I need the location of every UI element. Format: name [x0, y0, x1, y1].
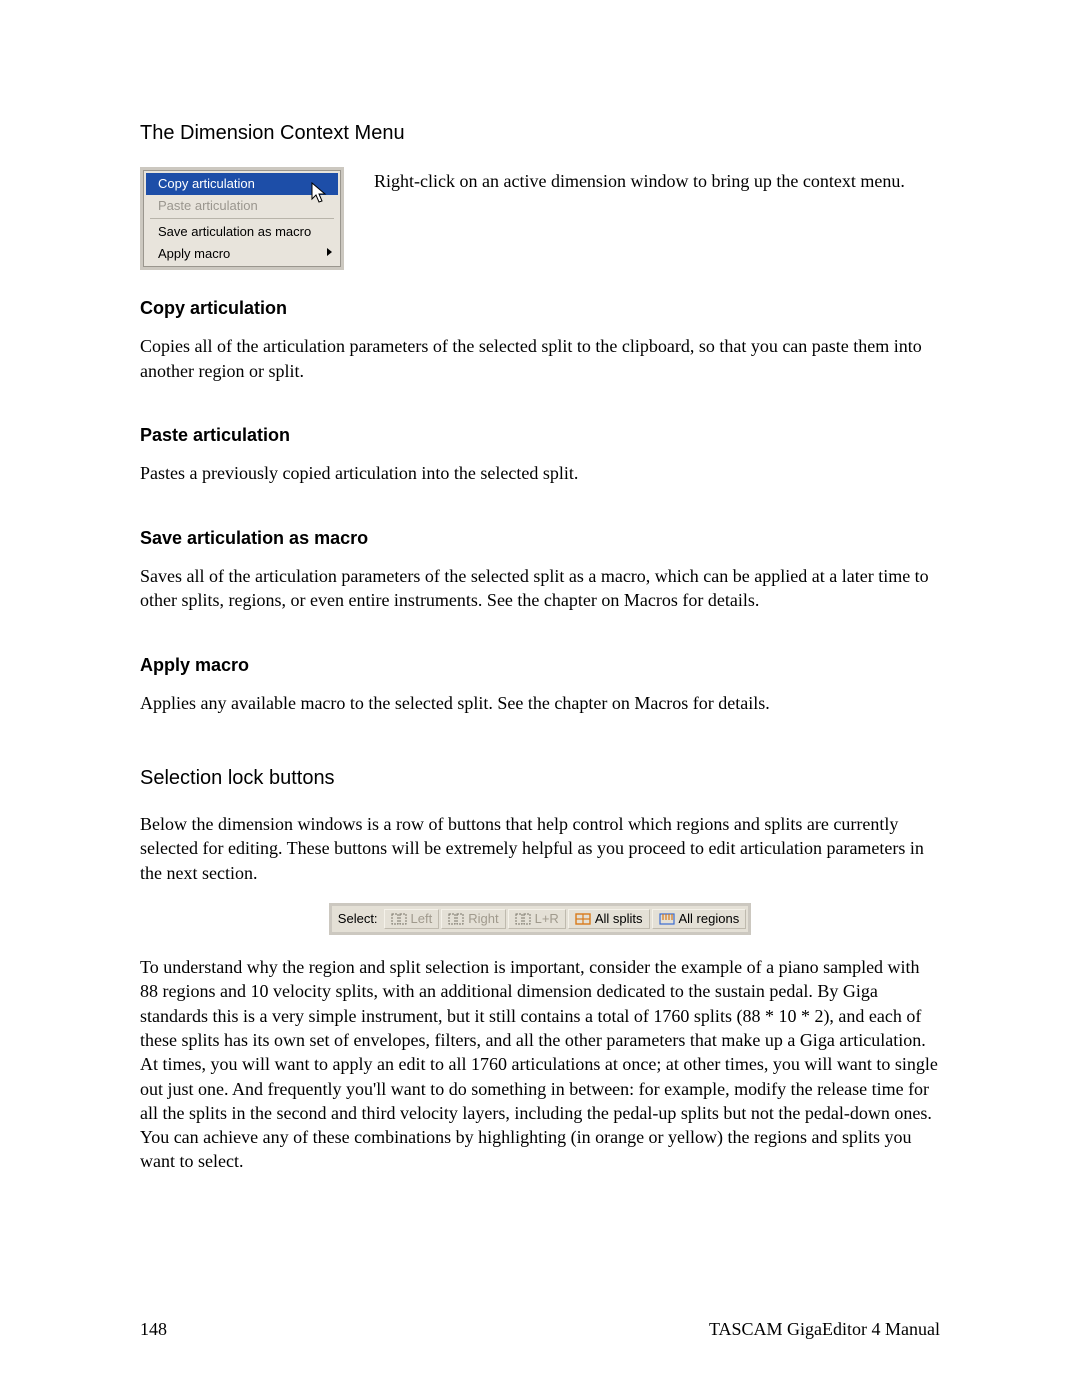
all-splits-button-label: All splits	[595, 910, 643, 928]
context-menu-intro-text: Right-click on an active dimension windo…	[374, 169, 905, 193]
save-macro-description: Saves all of the articulation parameters…	[140, 564, 940, 613]
page-number: 148	[140, 1317, 167, 1341]
select-label: Select:	[332, 910, 384, 928]
context-menu-separator	[150, 218, 334, 219]
lr-button[interactable]: L+R	[508, 909, 566, 929]
all-splits-button[interactable]: All splits	[568, 909, 650, 929]
stereo-right-icon	[448, 913, 464, 925]
copy-articulation-description: Copies all of the articulation parameter…	[140, 334, 940, 383]
paste-articulation-description: Pastes a previously copied articulation …	[140, 461, 940, 485]
stereo-lr-icon	[515, 913, 531, 925]
heading-selection-lock: Selection lock buttons	[140, 765, 940, 792]
all-regions-button[interactable]: All regions	[652, 909, 747, 929]
selection-lock-bar: Select: Left Right L+R	[329, 903, 751, 935]
context-menu[interactable]: Copy articulation Paste articulation Sav…	[140, 167, 344, 270]
document-page: The Dimension Context Menu Copy articula…	[0, 0, 1080, 1397]
grid-icon	[575, 913, 591, 925]
all-regions-button-label: All regions	[679, 910, 740, 928]
context-menu-item-apply-macro[interactable]: Apply macro	[146, 243, 338, 265]
right-button-label: Right	[468, 910, 498, 928]
left-button[interactable]: Left	[384, 909, 440, 929]
heading-save-macro: Save articulation as macro	[140, 526, 940, 550]
context-menu-item-save-macro[interactable]: Save articulation as macro	[146, 221, 338, 243]
selection-lock-details: To understand why the region and split s…	[140, 955, 940, 1174]
selection-lock-intro: Below the dimension windows is a row of …	[140, 812, 940, 885]
manual-title: TASCAM GigaEditor 4 Manual	[709, 1317, 940, 1341]
page-footer: 148 TASCAM GigaEditor 4 Manual	[140, 1317, 940, 1341]
selection-lock-bar-wrap: Select: Left Right L+R	[140, 903, 940, 935]
cursor-icon	[310, 182, 328, 206]
heading-dimension-context-menu: The Dimension Context Menu	[140, 120, 940, 147]
left-button-label: Left	[411, 910, 433, 928]
heading-copy-articulation: Copy articulation	[140, 296, 940, 320]
stereo-left-icon	[391, 913, 407, 925]
right-button[interactable]: Right	[441, 909, 505, 929]
context-menu-row: Copy articulation Paste articulation Sav…	[140, 167, 940, 270]
keyboard-icon	[659, 913, 675, 925]
heading-apply-macro: Apply macro	[140, 653, 940, 677]
heading-paste-articulation: Paste articulation	[140, 423, 940, 447]
apply-macro-description: Applies any available macro to the selec…	[140, 691, 940, 715]
lr-button-label: L+R	[535, 910, 559, 928]
